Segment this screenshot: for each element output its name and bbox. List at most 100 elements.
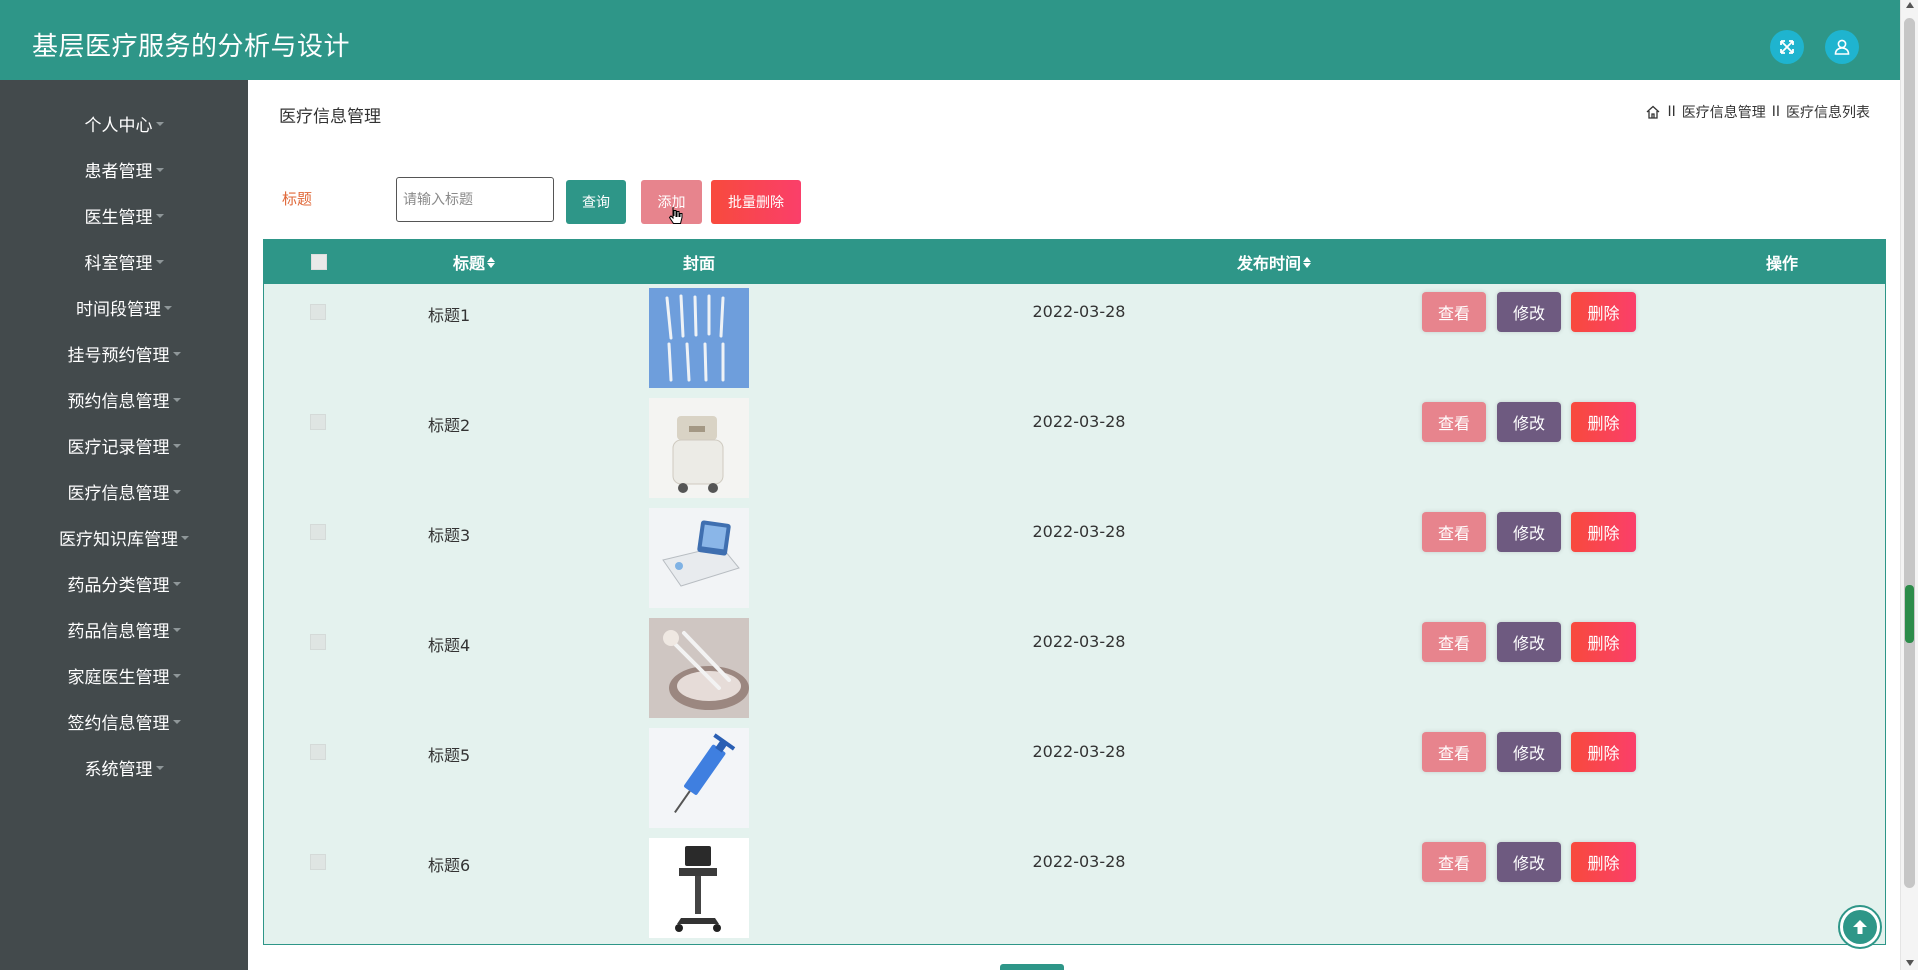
chevron-down-icon (172, 720, 181, 724)
sidebar-item-appointments[interactable]: 预约信息管理 (0, 379, 248, 419)
sidebar-item-label: 家庭医生管理 (67, 667, 170, 688)
sidebar-item-label: 医生管理 (84, 207, 153, 228)
medical-device-image (649, 508, 749, 608)
medical-cart-image (649, 398, 749, 498)
sidebar-item-contracts[interactable]: 签约信息管理 (0, 701, 248, 741)
sidebar-item-label: 签约信息管理 (67, 713, 170, 734)
expand-icon (1780, 40, 1794, 54)
sidebar-item-personal-center[interactable]: 个人中心 (0, 103, 248, 143)
sidebar-item-label: 时间段管理 (76, 299, 161, 320)
top-header: 基层医疗服务的分析与设计 (0, 0, 1900, 80)
dental-tools-image (649, 618, 749, 718)
view-button[interactable]: 查看 (1422, 622, 1486, 662)
chevron-down-icon (155, 122, 164, 126)
sidebar-item-drug-info[interactable]: 药品信息管理 (0, 609, 248, 649)
edit-button[interactable]: 修改 (1497, 732, 1561, 772)
sidebar-item-label: 系统管理 (84, 759, 153, 780)
column-cover-label: 封面 (682, 254, 715, 273)
view-button[interactable]: 查看 (1422, 512, 1486, 552)
sidebar-item-medical-records[interactable]: 医疗记录管理 (0, 425, 248, 465)
search-input[interactable] (396, 177, 554, 222)
chevron-down-icon (172, 352, 181, 356)
column-publish-time[interactable]: 发布时间 (1194, 240, 1354, 284)
edit-button[interactable]: 修改 (1497, 292, 1561, 332)
row-checkbox[interactable] (310, 524, 326, 540)
breadcrumb-level1[interactable]: 医疗信息管理 (1682, 102, 1766, 122)
table-row: 标题4 2022-03-28 查看 修改 删除 (264, 614, 1885, 724)
edit-button[interactable]: 修改 (1497, 622, 1561, 662)
pointer-cursor-icon (669, 207, 683, 224)
scroll-up-arrow-icon[interactable] (1906, 2, 1914, 8)
fullscreen-button[interactable] (1770, 30, 1804, 64)
sidebar-item-label: 个人中心 (84, 115, 153, 136)
ultrasound-machine-image (649, 838, 749, 938)
column-publish-time-label: 发布时间 (1236, 254, 1301, 273)
column-actions: 操作 (1722, 240, 1842, 284)
row-date: 2022-03-28 (1032, 852, 1126, 871)
edit-button[interactable]: 修改 (1497, 512, 1561, 552)
chevron-down-icon (155, 168, 164, 172)
vertical-scrollbar[interactable] (1900, 0, 1918, 970)
delete-button[interactable]: 删除 (1571, 402, 1636, 442)
breadcrumb-level2: 医疗信息列表 (1786, 105, 1870, 121)
sidebar-item-family-doctors[interactable]: 家庭医生管理 (0, 655, 248, 695)
sidebar-item-departments[interactable]: 科室管理 (0, 241, 248, 281)
home-icon[interactable] (1645, 104, 1661, 120)
back-to-top-button[interactable] (1838, 905, 1882, 949)
page-title: 医疗信息管理 (279, 107, 381, 127)
sort-icon (1303, 256, 1311, 268)
breadcrumb: II 医疗信息管理 II 医疗信息列表 (1645, 102, 1870, 122)
delete-button[interactable]: 删除 (1571, 512, 1636, 552)
sidebar-item-medical-info[interactable]: 医疗信息管理 (0, 471, 248, 511)
chevron-down-icon (172, 674, 181, 678)
column-title[interactable]: 标题 (414, 240, 534, 284)
row-checkbox[interactable] (310, 634, 326, 650)
sidebar-item-time-slots[interactable]: 时间段管理 (0, 287, 248, 327)
row-checkbox[interactable] (310, 744, 326, 760)
breadcrumb-separator: II (1667, 104, 1676, 120)
sidebar-item-system[interactable]: 系统管理 (0, 747, 248, 787)
user-button[interactable] (1825, 30, 1859, 64)
table-row: 标题5 2022-03-28 查看 修改 删除 (264, 724, 1885, 834)
breadcrumb-separator: II (1771, 104, 1780, 120)
sidebar-item-registration[interactable]: 挂号预约管理 (0, 333, 248, 373)
row-title: 标题1 (428, 306, 471, 325)
delete-button[interactable]: 删除 (1571, 622, 1636, 662)
sidebar-item-label: 药品分类管理 (67, 575, 170, 596)
scrollbar-marker (1905, 585, 1914, 643)
chevron-down-icon (155, 214, 164, 218)
batch-delete-button[interactable]: 批量删除 (711, 180, 801, 224)
delete-button[interactable]: 删除 (1571, 292, 1636, 332)
sidebar-item-label: 医疗记录管理 (67, 437, 170, 458)
query-button[interactable]: 查询 (566, 180, 626, 224)
view-button[interactable]: 查看 (1422, 402, 1486, 442)
select-all-checkbox[interactable] (311, 254, 327, 270)
view-button[interactable]: 查看 (1422, 292, 1486, 332)
edit-button[interactable]: 修改 (1497, 842, 1561, 882)
scroll-down-arrow-icon[interactable] (1906, 960, 1914, 966)
app-title: 基层医疗服务的分析与设计 (32, 32, 351, 62)
delete-button[interactable]: 删除 (1571, 842, 1636, 882)
sidebar-item-doctors[interactable]: 医生管理 (0, 195, 248, 235)
table-row: 标题3 2022-03-28 查看 修改 删除 (264, 504, 1885, 614)
column-actions-label: 操作 (1765, 254, 1798, 273)
row-checkbox[interactable] (310, 414, 326, 430)
scrollbar-thumb[interactable] (1904, 18, 1915, 888)
row-title: 标题4 (428, 636, 471, 655)
row-title: 标题5 (428, 746, 471, 765)
sidebar-item-label: 科室管理 (84, 253, 153, 274)
chevron-down-icon (172, 398, 181, 402)
sidebar-item-patients[interactable]: 患者管理 (0, 149, 248, 189)
row-checkbox[interactable] (310, 304, 326, 320)
sidebar-item-label: 药品信息管理 (67, 621, 170, 642)
sidebar-item-label: 医疗知识库管理 (59, 529, 178, 550)
row-checkbox[interactable] (310, 854, 326, 870)
sidebar-item-knowledge-base[interactable]: 医疗知识库管理 (0, 517, 248, 557)
delete-button[interactable]: 删除 (1571, 732, 1636, 772)
sidebar-item-drug-categories[interactable]: 药品分类管理 (0, 563, 248, 603)
edit-button[interactable]: 修改 (1497, 402, 1561, 442)
view-button[interactable]: 查看 (1422, 842, 1486, 882)
view-button[interactable]: 查看 (1422, 732, 1486, 772)
row-date: 2022-03-28 (1032, 522, 1126, 541)
syringe-image (649, 728, 749, 828)
